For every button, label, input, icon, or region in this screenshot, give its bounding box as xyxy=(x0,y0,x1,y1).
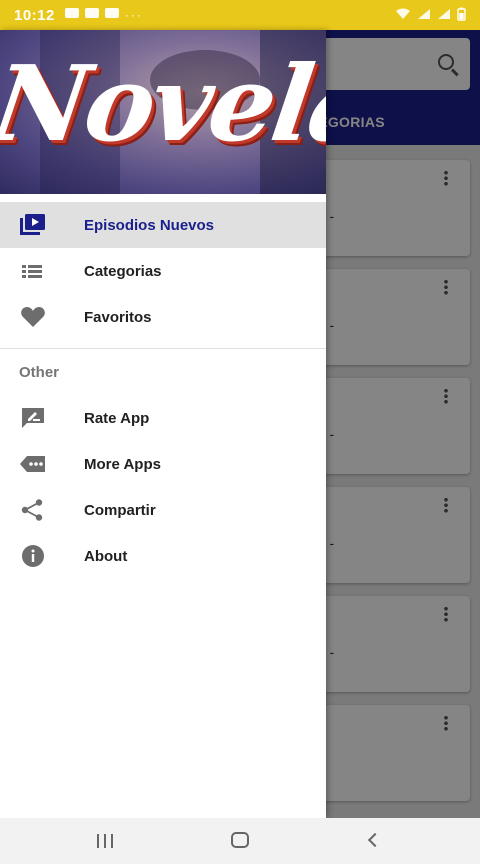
drawer-item-label: Compartir xyxy=(84,501,156,519)
info-icon xyxy=(20,545,46,567)
drawer-item-label: About xyxy=(84,547,128,565)
notification-icons: ··· xyxy=(64,8,143,22)
notification-icon xyxy=(84,8,99,18)
video-library-icon xyxy=(20,214,46,236)
share-icon xyxy=(20,499,46,521)
drawer-item-favoritos[interactable]: Favoritos xyxy=(0,294,326,340)
system-icons xyxy=(395,7,466,24)
back-icon[interactable] xyxy=(367,832,383,848)
battery-icon xyxy=(457,7,466,24)
drawer-header-banner: Novelas xyxy=(0,30,326,194)
more-notifications-icon: ··· xyxy=(124,8,143,22)
drawer-item-rate-app[interactable]: Rate App xyxy=(0,395,326,441)
navigation-drawer: Novelas Episodios Nuevos Categorias Favo… xyxy=(0,30,326,818)
drawer-item-label: Rate App xyxy=(84,409,150,427)
list-icon xyxy=(20,260,46,282)
rate-review-icon xyxy=(20,407,46,429)
more-apps-icon xyxy=(20,453,46,475)
home-icon[interactable] xyxy=(231,832,249,848)
notification-icon xyxy=(104,8,119,18)
signal-icon xyxy=(417,8,431,23)
status-bar: 10:12 ··· xyxy=(0,0,480,30)
system-nav-bar xyxy=(0,818,480,864)
drawer-item-label: More Apps xyxy=(84,455,161,473)
drawer-item-compartir[interactable]: Compartir xyxy=(0,487,326,533)
drawer-item-about[interactable]: About xyxy=(0,533,326,579)
drawer-item-categorias[interactable]: Categorias xyxy=(0,248,326,294)
heart-icon xyxy=(20,306,46,328)
wifi-icon xyxy=(395,8,411,23)
recent-apps-icon[interactable] xyxy=(97,834,115,848)
drawer-item-label: Categorias xyxy=(84,262,162,280)
signal-icon xyxy=(437,8,451,23)
drawer-section-header-other: Other xyxy=(19,363,60,381)
status-time: 10:12 xyxy=(14,6,55,24)
banner-logo-text: Novelas xyxy=(0,42,326,165)
drawer-item-more-apps[interactable]: More Apps xyxy=(0,441,326,487)
notification-icon xyxy=(64,8,79,18)
drawer-item-label: Episodios Nuevos xyxy=(84,216,215,234)
drawer-item-episodios-nuevos[interactable]: Episodios Nuevos xyxy=(0,202,326,248)
drawer-menu: Episodios Nuevos Categorias Favoritos Ot… xyxy=(0,194,326,579)
drawer-item-label: Favoritos xyxy=(84,308,152,326)
